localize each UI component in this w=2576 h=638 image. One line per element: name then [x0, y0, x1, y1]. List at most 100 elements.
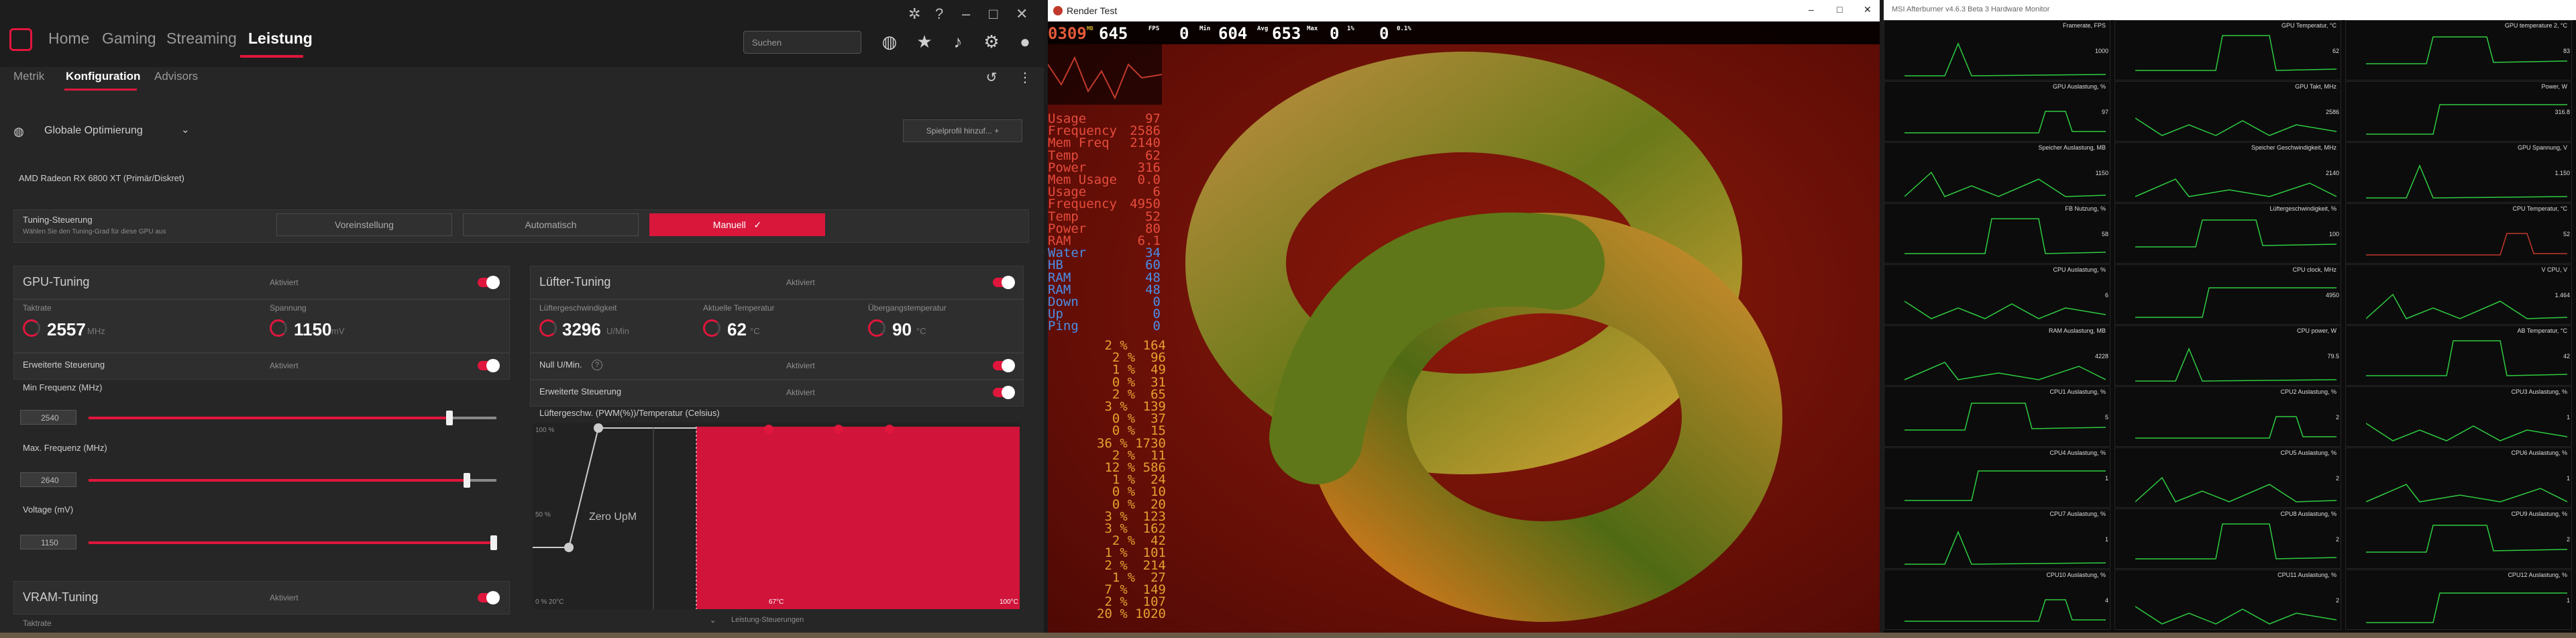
graph-cell[interactable]: Power, W 316.8	[2345, 81, 2572, 142]
graph-cell[interactable]: CPU Temperatur, °C 52	[2345, 203, 2572, 264]
voltage-unit: mV	[331, 326, 345, 336]
star-icon[interactable]: ★	[914, 31, 935, 52]
close-icon[interactable]: ✕	[1016, 5, 1028, 23]
graph-cell[interactable]: GPU Auslastung, % 97	[1884, 81, 2110, 142]
chevron-footer-icon[interactable]: ⌄	[710, 616, 716, 625]
render-minimize-icon[interactable]: –	[1809, 4, 1814, 15]
max-freq-slider[interactable]	[89, 479, 467, 482]
min-freq-input[interactable]: 2540	[20, 410, 76, 425]
manual-button[interactable]: Manuell ✓	[649, 213, 825, 236]
graph-line	[1904, 171, 2106, 197]
min-freq-slider[interactable]	[89, 417, 449, 419]
gpu-tuning-toggle[interactable]	[478, 276, 500, 289]
graph-cell[interactable]: Framerate, FPS 1000	[1884, 20, 2110, 81]
add-game-profile-button[interactable]: Spielprofil hinzuf... +	[903, 119, 1022, 142]
profile-select[interactable]: Globale Optimierung	[44, 125, 143, 137]
graph-cell[interactable]: GPU Takt, MHz 2586	[2114, 81, 2341, 142]
graph-title: GPU Auslastung, %	[2052, 83, 2106, 90]
graph-cell[interactable]: CPU8 Auslastung, % 2	[2114, 509, 2341, 569]
graph-cell[interactable]: CPU power, W 79.5	[2114, 325, 2341, 386]
osd-core-row: 0 % 15	[1112, 423, 1166, 439]
vram-toggle[interactable]	[478, 591, 500, 604]
graph-cell[interactable]: V CPU, V 1.464	[2345, 264, 2572, 325]
footer-label[interactable]: Leistung-Steuerungen	[731, 616, 804, 624]
graph-cell[interactable]: CPU7 Auslastung, % 1	[1884, 509, 2110, 569]
graph-cell[interactable]: GPU Temperatur, °C 62	[2114, 20, 2341, 81]
graph-cell[interactable]: CPU2 Auslastung, % 2	[2114, 386, 2341, 447]
volt-slider[interactable]	[89, 541, 494, 544]
osd-value: 4950	[1130, 197, 1161, 212]
nav-streaming[interactable]: Streaming	[166, 30, 237, 48]
bell-icon[interactable]: ♪	[947, 31, 969, 52]
fur-torus-knot-image	[1048, 21, 1880, 638]
graph-cell[interactable]: RAM Auslastung, MB 4228	[1884, 325, 2110, 386]
nav-gaming[interactable]: Gaming	[102, 30, 156, 48]
fan-advanced-toggle[interactable]	[993, 386, 1015, 399]
nav-leistung[interactable]: Leistung	[248, 30, 313, 48]
search-input[interactable]: Suchen	[743, 31, 861, 54]
tab-advisors[interactable]: Advisors	[154, 70, 198, 83]
account-icon[interactable]: ●	[1014, 31, 1036, 52]
automatic-button[interactable]: Automatisch	[463, 213, 639, 236]
graph-line	[2366, 36, 2567, 64]
maximize-icon[interactable]: □	[989, 5, 998, 23]
volt-label: Voltage (mV)	[23, 504, 74, 515]
render-maximize-icon[interactable]: □	[1837, 4, 1842, 15]
graph-cell[interactable]: CPU5 Auslastung, % 2	[2114, 447, 2341, 508]
globe-icon[interactable]: ◍	[879, 31, 900, 52]
gear-icon[interactable]: ⚙	[981, 31, 1002, 52]
graph-cell[interactable]: CPU clock, MHz 4950	[2114, 264, 2341, 325]
chevron-down-icon[interactable]: ⌄	[181, 123, 190, 136]
graph-cell[interactable]: FB Nutzung, % 58	[1884, 203, 2110, 264]
desktop-strip	[0, 633, 2576, 638]
max-freq-input[interactable]: 2640	[20, 472, 76, 487]
temp-value: 62	[727, 319, 747, 339]
fan-speed-unit: U/Min	[606, 326, 629, 336]
graph-title: CPU10 Auslastung, %	[2046, 572, 2106, 578]
gpu-advanced-state: Aktiviert	[270, 361, 299, 370]
minimize-icon[interactable]: –	[962, 5, 970, 23]
graph-line	[2366, 484, 2567, 502]
graph-title: CPU2 Auslastung, %	[2280, 388, 2337, 395]
volt-knob[interactable]	[490, 535, 497, 550]
graph-cell[interactable]: CPU3 Auslastung, % 1	[2345, 386, 2572, 447]
bug-icon[interactable]: ✲	[908, 5, 920, 23]
graph-cell[interactable]: Lüftergeschwindigkeit, % 100	[2114, 203, 2341, 264]
max-freq-knob[interactable]	[464, 473, 470, 488]
graph-line	[2366, 164, 2567, 199]
help-icon[interactable]: ?	[935, 5, 943, 23]
graph-cell[interactable]: Speicher Geschwindigkeit, MHz 2140	[2114, 142, 2341, 203]
render-close-icon[interactable]: ✕	[1864, 4, 1872, 15]
reset-icon[interactable]: ↺	[981, 67, 1002, 89]
render-scene	[1048, 21, 1880, 638]
graph-cell[interactable]: CPU1 Auslastung, % 5	[1884, 386, 2110, 447]
osd-value: 60	[1145, 258, 1161, 273]
clock-value: 2557	[47, 319, 86, 339]
graph-cell[interactable]: Speicher Auslastung, MB 1150	[1884, 142, 2110, 203]
default-button[interactable]: Voreinstellung	[276, 213, 452, 236]
graph-line	[2135, 476, 2337, 502]
graph-cell[interactable]: CPU Auslastung, % 6	[1884, 264, 2110, 325]
graph-cell[interactable]: CPU11 Auslastung, % 2	[2114, 570, 2341, 630]
min-freq-knob[interactable]	[446, 411, 453, 425]
fan-curve-chart[interactable]: 100 % 50 % 0 % 20°C Zero UpM 67°C 100°C	[533, 423, 1020, 609]
graph-cell[interactable]: GPU temperature 2, °C 83	[2345, 20, 2572, 81]
graph-cell[interactable]: GPU Spannung, V 1.150	[2345, 142, 2572, 203]
info-icon[interactable]: ?	[592, 360, 602, 370]
tab-metrik[interactable]: Metrik	[13, 70, 44, 83]
graph-cell[interactable]: CPU10 Auslastung, % 4	[1884, 570, 2110, 630]
zero-rpm-toggle[interactable]	[993, 359, 1015, 372]
tab-konfiguration[interactable]: Konfiguration	[66, 70, 140, 83]
graph-cell[interactable]: CPU12 Auslastung, % 1	[2345, 570, 2572, 630]
volt-input[interactable]: 1150	[20, 535, 76, 549]
graph-title: CPU4 Auslastung, %	[2049, 449, 2106, 456]
graph-cell[interactable]: CPU4 Auslastung, % 1	[1884, 447, 2110, 508]
nav-home[interactable]: Home	[48, 30, 89, 48]
graph-cell[interactable]: CPU9 Auslastung, % 2	[2345, 509, 2572, 569]
more-icon[interactable]: ⋮	[1014, 67, 1036, 89]
graph-cell[interactable]: AB Temperatur, °C 42	[2345, 325, 2572, 386]
graph-cell[interactable]: CPU6 Auslastung, % 1	[2345, 447, 2572, 508]
fan-toggle[interactable]	[993, 276, 1015, 289]
graph-title: CPU8 Auslastung, %	[2280, 511, 2337, 517]
gpu-advanced-toggle[interactable]	[478, 359, 500, 372]
